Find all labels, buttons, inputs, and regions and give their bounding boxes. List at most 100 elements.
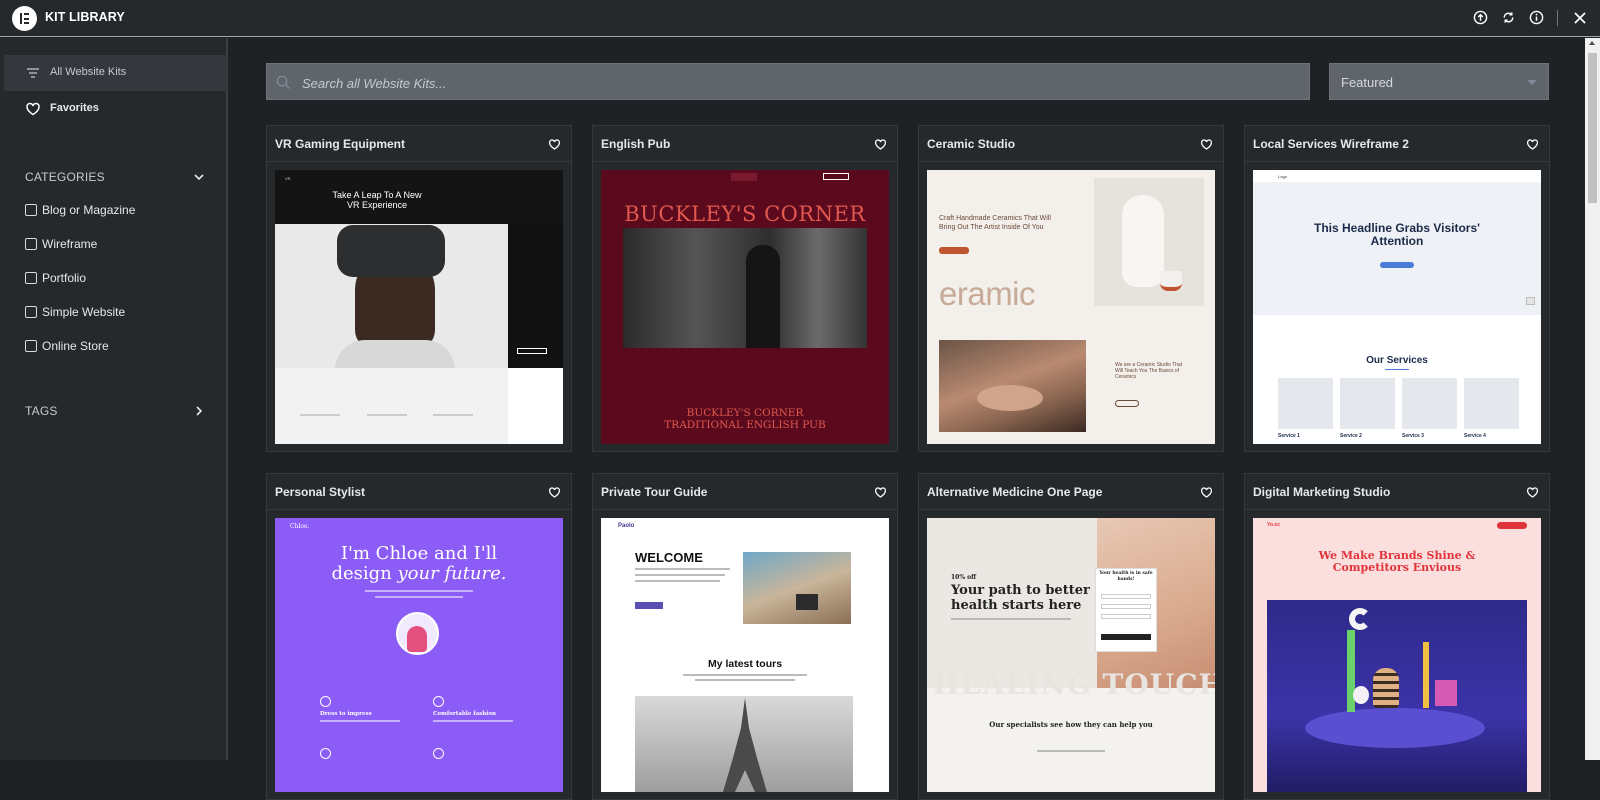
tags-toggle[interactable]: TAGS	[25, 401, 205, 421]
preview-logo: Chloe.	[290, 523, 310, 530]
category-online-store[interactable]: Online Store	[25, 337, 109, 355]
upload-icon[interactable]	[1472, 9, 1489, 26]
preview-headline-italic-part: your future.	[397, 563, 507, 584]
preview-footer-subtitle: TRADITIONAL ENGLISH PUB	[664, 419, 826, 431]
kit-title: Personal Stylist	[275, 485, 366, 499]
preview-headline: This Headline Grabs Visitors' Attention	[1313, 221, 1481, 248]
heart-icon	[26, 102, 40, 116]
preview-logo: VR	[285, 176, 291, 181]
preview-service-label: Service 3	[1402, 433, 1424, 439]
sidebar-item-all-website-kits[interactable]: All Website Kits	[4, 55, 227, 91]
kit-preview-image[interactable]: Craft Handmade Ceramics That Will Bring …	[927, 170, 1215, 444]
kit-card-header: Local Services Wireframe 2	[1245, 126, 1549, 162]
sort-selected-value: Featured	[1341, 75, 1394, 90]
kit-preview-image[interactable]: 10% off Your path to better health start…	[927, 518, 1215, 792]
preview-promo: 10% off	[951, 574, 977, 581]
preview-section-title: My latest tours	[707, 658, 783, 670]
caret-down-icon	[1527, 80, 1537, 85]
checkbox[interactable]	[25, 204, 37, 216]
kit-card-header: English Pub	[593, 126, 897, 162]
sidebar: All Website Kits Favorites CATEGORIES Bl…	[0, 38, 228, 760]
scroll-up-arrow-icon[interactable]	[1589, 41, 1595, 45]
kit-card-header: VR Gaming Equipment	[267, 126, 571, 162]
preview-headline: BUCKLEY'S CORNER	[624, 202, 866, 226]
kit-title: Ceramic Studio	[927, 137, 1016, 151]
preview-headline: I'm Chloe and I'll	[340, 543, 498, 564]
preview-headline-line2: design your future.	[275, 564, 563, 584]
kit-title: Alternative Medicine One Page	[927, 485, 1103, 499]
kit-preview-image[interactable]: Paolo WELCOME My latest tours	[601, 518, 889, 792]
kit-preview-image[interactable]: BUCKLEY'S CORNER BUCKLEY'S CORNER TRADIT…	[601, 170, 889, 444]
preview-headline: Craft Handmade Ceramics That Will Bring …	[939, 215, 1051, 231]
kit-preview-image[interactable]: Logo This Headline Grabs Visitors' Atten…	[1253, 170, 1541, 444]
kit-card-private-tour-guide[interactable]: Private Tour Guide Paolo WELCOME My late…	[592, 473, 898, 800]
kit-card-header: Private Tour Guide	[593, 474, 897, 510]
favorite-heart-icon[interactable]	[1526, 486, 1539, 499]
preview-big-word: HEALING TOUCH	[933, 668, 1215, 701]
preview-headline-part: design	[331, 563, 398, 584]
top-bar: KIT LIBRARY	[0, 0, 1600, 37]
preview-side-text: We are a Ceramic Studio That Will Teach …	[1115, 362, 1183, 380]
preview-logo: Paolo	[618, 523, 635, 529]
preview-footer-title: BUCKLEY'S CORNER	[686, 407, 804, 419]
close-icon[interactable]	[1571, 9, 1588, 26]
preview-headline: Your path to better health starts here	[951, 583, 1090, 613]
checkbox[interactable]	[25, 306, 37, 318]
kit-card-header: Alternative Medicine One Page	[919, 474, 1223, 510]
search-icon	[276, 75, 291, 90]
kit-card-ceramic-studio[interactable]: Ceramic Studio Craft Handmade Ceramics T…	[918, 125, 1224, 452]
kit-title: Local Services Wireframe 2	[1253, 137, 1409, 151]
sort-select[interactable]: Featured	[1329, 63, 1549, 100]
sidebar-item-favorites[interactable]: Favorites	[4, 91, 227, 127]
checkbox[interactable]	[25, 238, 37, 250]
preview-headline: Take A Leap To A New VR Experience	[332, 190, 422, 210]
checkbox[interactable]	[25, 340, 37, 352]
kit-card-personal-stylist[interactable]: Personal Stylist Chloe. I'm Chloe and I'…	[266, 473, 572, 800]
category-simple-website[interactable]: Simple Website	[25, 303, 125, 321]
kit-card-local-services-wireframe-2[interactable]: Local Services Wireframe 2 Logo This Hea…	[1244, 125, 1550, 452]
kit-card-english-pub[interactable]: English Pub BUCKLEY'S CORNER BUCKLEY'S C…	[592, 125, 898, 452]
preview-big-word: eramic	[939, 275, 1036, 312]
kit-card-vr-gaming-equipment[interactable]: VR Gaming Equipment VR Take A Leap To A …	[266, 125, 572, 452]
kit-preview-image[interactable]: VR Take A Leap To A New VR Experience	[275, 170, 563, 444]
preview-section-title: Our specialists see how they can help yo…	[989, 720, 1153, 729]
info-icon[interactable]	[1528, 9, 1545, 26]
kit-card-digital-marketing-studio[interactable]: Digital Marketing Studio Yo.sc We Make B…	[1244, 473, 1550, 800]
kit-preview-image[interactable]: Yo.sc We Make Brands Shine & Competitors…	[1253, 518, 1541, 792]
scrollbar-thumb[interactable]	[1588, 53, 1597, 203]
search-input[interactable]	[302, 73, 1292, 93]
sidebar-item-label: Favorites	[50, 102, 99, 114]
category-portfolio[interactable]: Portfolio	[25, 269, 86, 287]
favorite-heart-icon[interactable]	[548, 138, 561, 151]
kit-card-alternative-medicine-one-page[interactable]: Alternative Medicine One Page 10% off Yo…	[918, 473, 1224, 800]
favorite-heart-icon[interactable]	[874, 138, 887, 151]
kit-card-header: Ceramic Studio	[919, 126, 1223, 162]
favorite-heart-icon[interactable]	[1200, 138, 1213, 151]
kit-preview-image[interactable]: Chloe. I'm Chloe and I'll design your fu…	[275, 518, 563, 792]
categories-toggle[interactable]: CATEGORIES	[25, 167, 205, 187]
app-title: KIT LIBRARY	[45, 10, 125, 24]
preview-form-title: Your health is in safe hands!	[1099, 571, 1153, 582]
sync-icon[interactable]	[1500, 9, 1517, 26]
kit-title: Private Tour Guide	[601, 485, 708, 499]
search-bar[interactable]	[266, 63, 1310, 100]
checkbox[interactable]	[25, 272, 37, 284]
chevron-right-icon	[196, 406, 203, 416]
favorite-heart-icon[interactable]	[1200, 486, 1213, 499]
preview-service-label: Service 1	[1278, 433, 1300, 439]
favorite-heart-icon[interactable]	[548, 486, 561, 499]
toolbar-divider	[1557, 10, 1558, 26]
preview-logo: Logo	[1278, 174, 1287, 179]
main-content: Featured VR Gaming Equipment VR Take A L…	[230, 38, 1585, 800]
scrollbar[interactable]	[1585, 38, 1600, 760]
category-blog-or-magazine[interactable]: Blog or Magazine	[25, 201, 135, 219]
favorite-heart-icon[interactable]	[1526, 138, 1539, 151]
eiffel-tower-illustration	[723, 698, 767, 792]
kit-title: Digital Marketing Studio	[1253, 485, 1391, 499]
favorite-heart-icon[interactable]	[874, 486, 887, 499]
preview-feature-title: Comfortable fashion	[433, 711, 497, 717]
preview-headline: WELCOME	[635, 550, 703, 565]
preview-service-label: Service 4	[1464, 433, 1486, 439]
category-wireframe[interactable]: Wireframe	[25, 235, 97, 253]
category-label: Blog or Magazine	[42, 203, 136, 217]
